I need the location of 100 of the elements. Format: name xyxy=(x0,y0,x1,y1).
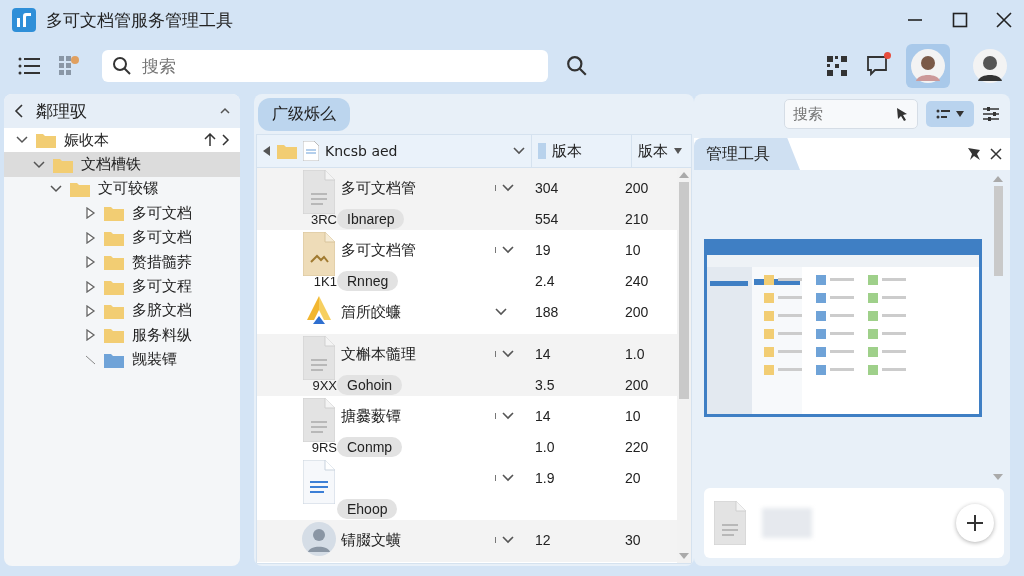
dropdown-icon[interactable] xyxy=(513,147,525,155)
window-title: 多可文档管服务管理工具 xyxy=(46,8,234,32)
folder-icon xyxy=(104,205,124,222)
table-cell-text: 554 xyxy=(535,211,560,227)
close-icon[interactable] xyxy=(990,148,1002,160)
search-field[interactable]: 搜索 xyxy=(102,50,548,82)
expand-arrow-icon[interactable] xyxy=(84,256,96,269)
folder-icon xyxy=(70,180,90,197)
document-icon xyxy=(714,501,746,545)
chevron-down-icon[interactable] xyxy=(495,308,507,316)
scrollbar-track[interactable] xyxy=(992,176,1004,480)
scrollbar-thumb[interactable] xyxy=(993,186,1003,276)
arrow-up-icon[interactable] xyxy=(204,133,216,148)
table-cell-text: 14 xyxy=(535,346,552,362)
search-icon[interactable] xyxy=(566,55,588,77)
back-icon[interactable] xyxy=(14,104,24,118)
expand-arrow-icon[interactable] xyxy=(84,207,96,220)
tree-item[interactable]: 文档槽铁 xyxy=(4,152,240,177)
search-field[interactable]: 搜索 xyxy=(784,99,918,129)
collapse-icon[interactable] xyxy=(220,107,230,115)
table-cell-text: 240 xyxy=(625,273,650,289)
table-cell-text: 210 xyxy=(625,211,650,227)
column-marker-icon xyxy=(538,143,546,159)
scrollbar-track[interactable] xyxy=(677,168,691,563)
maximize-icon[interactable] xyxy=(952,12,968,28)
file-tag: Gohoin xyxy=(337,375,403,395)
chevron-down-icon[interactable] xyxy=(502,474,514,482)
view-tab[interactable]: 广级烁么 xyxy=(258,97,350,131)
column-header[interactable]: 版本 xyxy=(638,141,668,161)
folder-icon xyxy=(104,351,124,368)
tree-item[interactable]: 赘措髓荞 xyxy=(4,249,240,275)
table-cell-text: 3.5 xyxy=(535,377,556,393)
chevron-down-icon[interactable] xyxy=(502,184,514,192)
expand-arrow-icon[interactable] xyxy=(84,304,96,317)
folder-icon xyxy=(104,229,124,246)
caret-icon xyxy=(956,111,964,117)
table-cell-text: 30 xyxy=(625,532,642,548)
expand-arrow-icon[interactable] xyxy=(84,280,96,293)
file-tag: Ehoop xyxy=(337,499,398,519)
sort-icon[interactable] xyxy=(674,148,682,154)
file-tag: Rnneg xyxy=(337,271,399,291)
chevron-down-icon[interactable] xyxy=(502,246,514,254)
close-icon[interactable] xyxy=(996,12,1012,28)
tree-item[interactable]: 多可文档 xyxy=(4,225,240,250)
chat-icon[interactable] xyxy=(866,55,888,77)
settings-sliders-icon[interactable] xyxy=(982,106,1000,122)
tree-item[interactable]: 多可文档 xyxy=(4,201,240,226)
document-icon xyxy=(303,398,335,442)
tree-item[interactable]: 服务料纵 xyxy=(4,323,240,348)
file-name[interactable]: 多可文档管 xyxy=(341,178,495,198)
search-icon[interactable] xyxy=(112,56,132,76)
image-file-icon xyxy=(303,232,335,276)
add-button[interactable] xyxy=(956,504,994,542)
table-cell-text: 220 xyxy=(625,439,650,455)
file-name[interactable]: 篃所皎蠊 xyxy=(341,302,495,322)
table-cell-text: 1.0 xyxy=(625,346,646,362)
qr-code-icon[interactable] xyxy=(826,55,848,77)
scrollbar-thumb[interactable] xyxy=(679,182,689,399)
table-cell-text: 20 xyxy=(625,470,642,486)
chevron-down-icon[interactable] xyxy=(502,536,514,544)
account-avatar[interactable] xyxy=(906,44,950,88)
table-cell-text: 200 xyxy=(625,180,650,196)
table-cell-text: 10 xyxy=(625,242,642,258)
table-cell-text: 200 xyxy=(625,304,650,320)
tree-item[interactable]: 文可较镙 xyxy=(4,176,240,202)
filter-button[interactable] xyxy=(926,101,974,127)
tree-item[interactable]: 觊裝镡 xyxy=(4,347,240,372)
chevron-right-icon[interactable] xyxy=(222,134,230,147)
file-code: 1K1 xyxy=(313,273,338,289)
tree-item[interactable]: 多可文程 xyxy=(4,274,240,299)
file-name[interactable]: 锖腏文蟥 xyxy=(341,530,495,550)
chevron-down-icon[interactable] xyxy=(502,350,514,358)
file-name[interactable]: 搪爨薮镡 xyxy=(341,406,495,426)
file-name[interactable]: 文槲本髓理 xyxy=(341,344,495,364)
table-cell-text: 12 xyxy=(535,532,552,548)
folder-icon xyxy=(36,132,56,149)
column-header[interactable]: 版本 xyxy=(552,141,582,161)
chevron-down-icon[interactable] xyxy=(50,182,62,195)
expand-arrow-icon[interactable] xyxy=(84,231,96,244)
table-cell-text: 1.0 xyxy=(535,439,556,455)
table-cell-text: 19 xyxy=(535,242,552,258)
file-code: 9XX xyxy=(312,377,338,393)
expand-arrow-icon[interactable] xyxy=(84,329,96,342)
file-name[interactable]: 多可文档管 xyxy=(341,240,495,260)
table-cell-text: 200 xyxy=(625,377,650,393)
back-icon[interactable] xyxy=(263,146,271,156)
panel-tab[interactable]: 管理工具 xyxy=(694,138,800,170)
tree-item[interactable]: 多脐文档 xyxy=(4,298,240,324)
app-logo-icon xyxy=(12,8,36,32)
file-code: 3RC xyxy=(311,211,338,227)
avatar-icon xyxy=(302,522,336,556)
list-icon xyxy=(936,109,950,119)
chevron-down-icon[interactable] xyxy=(33,158,45,171)
sidebar-title: 鄰理驭 xyxy=(36,99,88,123)
tree-item[interactable]: 娠收本 xyxy=(4,128,240,153)
menu-icon[interactable] xyxy=(18,57,40,75)
folder-icon xyxy=(104,278,124,295)
folder-icon xyxy=(104,327,124,344)
path-label: Kncsb aed xyxy=(325,143,399,159)
chevron-down-icon[interactable] xyxy=(502,412,514,420)
